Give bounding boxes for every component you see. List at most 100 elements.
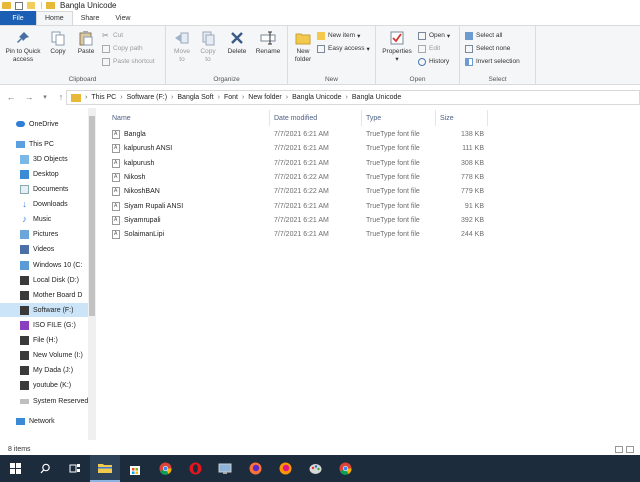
nav-item-youtube-k[interactable]: youtube (K:) <box>20 378 96 392</box>
nav-item-documents[interactable]: Documents <box>20 182 96 196</box>
tab-home[interactable]: Home <box>36 11 73 25</box>
properties-button[interactable]: Properties ▾ <box>379 30 415 64</box>
file-row[interactable]: kalpurush 7/7/2021 6:21 AM TrueType font f… <box>108 157 488 170</box>
breadcrumb-chevron-icon[interactable]: › <box>242 94 244 101</box>
new-item-button[interactable]: New item ▾ <box>317 30 360 41</box>
navigation-scrollbar-thumb[interactable] <box>89 116 95 316</box>
breadcrumb-bangla-soft[interactable]: Bangla Soft <box>177 94 213 101</box>
copy-button[interactable]: Copy <box>47 30 69 56</box>
nav-item-system-reserved[interactable]: System Reserved <box>20 394 96 408</box>
open-button[interactable]: Open ▾ <box>418 30 450 41</box>
breadcrumb-font[interactable]: Font <box>224 94 238 101</box>
select-all-button[interactable]: Select all <box>465 30 502 41</box>
column-header-size[interactable]: Size <box>436 110 488 126</box>
nav-item-local-disk-d[interactable]: Local Disk (D:) <box>20 273 96 287</box>
tab-file[interactable]: File <box>0 11 36 25</box>
move-to-button[interactable]: Move to <box>170 30 194 64</box>
nav-item-software-f[interactable]: Software (F:) <box>0 303 88 317</box>
breadcrumb-bangla-unicode-current[interactable]: Bangla Unicode <box>352 94 401 101</box>
paste-button[interactable]: Paste <box>74 30 98 56</box>
task-view-icon[interactable] <box>60 455 90 482</box>
breadcrumb-bangla-unicode[interactable]: Bangla Unicode <box>292 94 341 101</box>
copy-to-button[interactable]: Copy to <box>196 30 220 64</box>
file-row[interactable]: SolaimanLipi 7/7/2021 6:21 AM TrueType fon… <box>108 228 488 241</box>
paste-shortcut-button[interactable]: Paste shortcut <box>102 56 155 67</box>
breadcrumb-chevron-icon[interactable]: › <box>218 94 220 101</box>
column-header-type[interactable]: Type <box>362 110 436 126</box>
tab-view[interactable]: View <box>107 11 138 25</box>
invert-selection-button[interactable]: Invert selection <box>465 56 520 67</box>
delete-button[interactable]: Delete <box>224 30 250 56</box>
nav-item-my-dada-j[interactable]: My Dada (J:) <box>20 363 96 377</box>
cut-button[interactable]: ✂ Cut <box>102 30 123 41</box>
nav-item-onedrive[interactable]: OneDrive <box>16 117 96 131</box>
store-icon[interactable] <box>120 455 150 482</box>
large-icons-view-icon[interactable] <box>626 446 634 453</box>
nav-item-this-pc[interactable]: This PC <box>16 137 96 151</box>
file-row[interactable]: Siyamrupali 7/7/2021 6:21 AM TrueType font… <box>108 214 488 227</box>
new-folder-button[interactable]: New folder <box>291 30 315 64</box>
folder-icon[interactable] <box>2 2 11 9</box>
breadcrumb-chevron-icon[interactable]: › <box>120 94 122 101</box>
pin-to-quick-access-button[interactable]: Pin to Quick access <box>3 30 43 64</box>
chrome-icon[interactable] <box>150 455 180 482</box>
file-name-cell[interactable]: Siyam Rupali ANSI <box>112 200 183 213</box>
file-row[interactable]: kalpurush ANSI 7/7/2021 6:21 AM TrueType f… <box>108 142 488 155</box>
firefox-icon[interactable] <box>270 455 300 482</box>
firefox-icon[interactable] <box>240 455 270 482</box>
nav-item-downloads[interactable]: ↓ Downloads <box>20 197 96 211</box>
file-name-cell[interactable]: Bangla <box>112 128 146 141</box>
nav-item-new-volume-i[interactable]: New Volume (I:) <box>20 348 96 362</box>
column-header-name[interactable]: Name <box>108 110 270 126</box>
column-header-date[interactable]: Date modified <box>270 110 362 126</box>
breadcrumb-software[interactable]: Software (F:) <box>127 94 167 101</box>
edit-button[interactable]: Edit <box>418 43 440 54</box>
file-name-cell[interactable]: Siyamrupali <box>112 214 161 227</box>
forward-arrow-icon[interactable]: → <box>22 90 36 104</box>
details-view-icon[interactable] <box>615 446 623 453</box>
nav-item-iso-file-g[interactable]: ISO FILE (G:) <box>20 318 96 332</box>
back-arrow-icon[interactable]: ← <box>4 90 18 104</box>
nav-item-mother-board[interactable]: Mother Board D <box>20 288 96 302</box>
tab-share[interactable]: Share <box>73 11 108 25</box>
computer-icon[interactable] <box>210 455 240 482</box>
file-explorer-icon[interactable] <box>90 455 120 482</box>
windows-start-icon[interactable] <box>0 455 30 482</box>
nav-item-3d-objects[interactable]: 3D Objects <box>20 152 96 166</box>
breadcrumb-chevron-icon[interactable]: › <box>171 94 173 101</box>
breadcrumb-chevron-icon[interactable]: › <box>346 94 348 101</box>
easy-access-button[interactable]: Easy access ▾ <box>317 43 370 54</box>
nav-item-network[interactable]: Network <box>16 414 96 428</box>
opera-icon[interactable] <box>180 455 210 482</box>
breadcrumb-this-pc[interactable]: This PC <box>91 94 116 101</box>
breadcrumb-new-folder[interactable]: New folder <box>248 94 281 101</box>
nav-item-music[interactable]: ♪ Music <box>20 212 96 226</box>
chrome-icon[interactable] <box>330 455 360 482</box>
file-name-cell[interactable]: SolaimanLipi <box>112 228 164 241</box>
navigation-scrollbar[interactable] <box>88 108 96 440</box>
recent-locations-chevron-icon[interactable]: ▾ <box>38 90 52 104</box>
nav-item-file-h[interactable]: File (H:) <box>20 333 96 347</box>
nav-item-desktop[interactable]: Desktop <box>20 167 96 181</box>
select-none-button[interactable]: Select none <box>465 43 510 54</box>
properties-quick-icon[interactable] <box>15 1 23 10</box>
new-folder-quick-icon[interactable] <box>27 2 35 9</box>
file-name-cell[interactable]: NikoshBAN <box>112 185 160 198</box>
file-name-cell[interactable]: kalpurush ANSI <box>112 142 172 155</box>
nav-item-videos[interactable]: Videos <box>20 242 96 256</box>
search-icon[interactable] <box>30 455 60 482</box>
nav-item-windows-c[interactable]: Windows 10 (C: <box>20 258 96 272</box>
file-row[interactable]: Bangla 7/7/2021 6:21 AM TrueType font file… <box>108 128 488 141</box>
copy-path-button[interactable]: Copy path <box>102 43 143 54</box>
history-button[interactable]: History <box>418 56 449 67</box>
file-row[interactable]: Siyam Rupali ANSI 7/7/2021 6:21 AM TrueTyp… <box>108 200 488 213</box>
paint-icon[interactable] <box>300 455 330 482</box>
file-name-cell[interactable]: Nikosh <box>112 171 145 184</box>
file-name-cell[interactable]: kalpurush <box>112 157 154 170</box>
breadcrumb-chevron-icon[interactable]: › <box>286 94 288 101</box>
file-row[interactable]: NikoshBAN 7/7/2021 6:22 AM TrueType font f… <box>108 185 488 198</box>
breadcrumb-chevron-icon[interactable]: › <box>85 94 87 101</box>
address-bar[interactable]: › This PC › Software (F:) › Bangla Soft … <box>66 90 640 105</box>
file-row[interactable]: Nikosh 7/7/2021 6:22 AM TrueType font file… <box>108 171 488 184</box>
rename-button[interactable]: Rename <box>254 30 282 56</box>
